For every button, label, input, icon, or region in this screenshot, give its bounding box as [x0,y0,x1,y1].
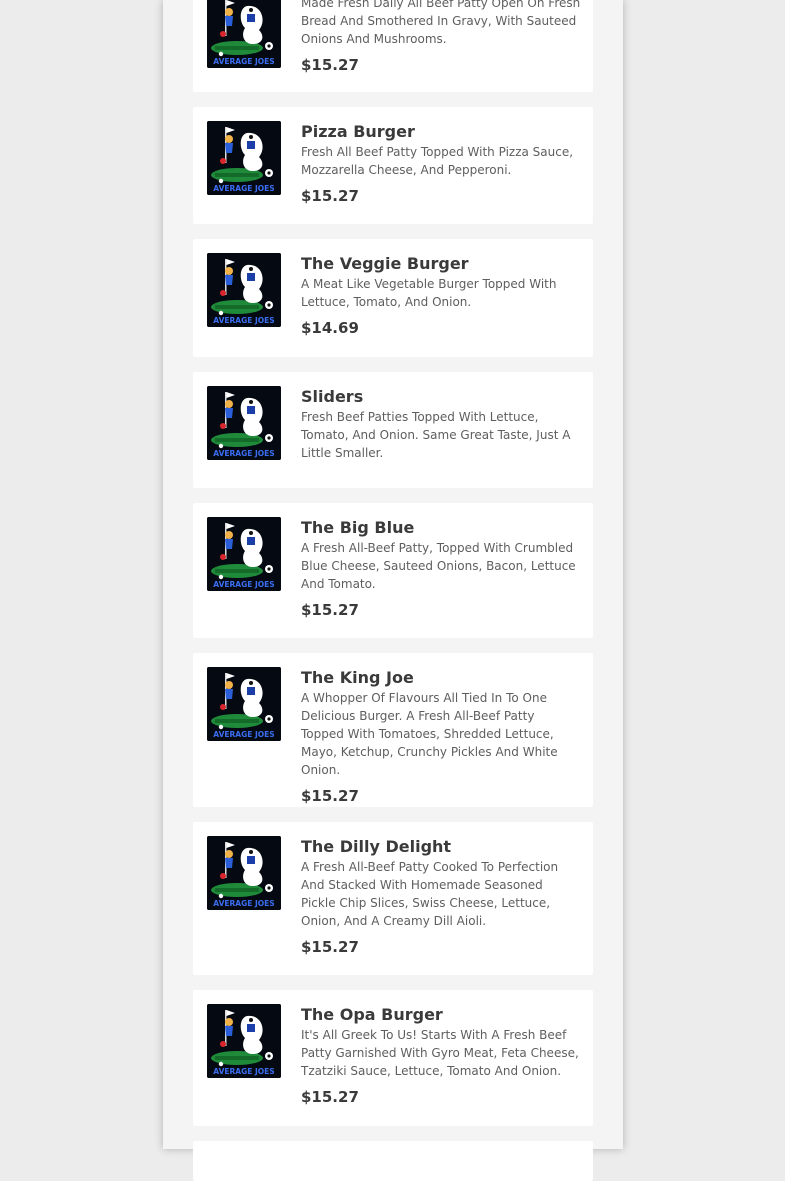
menu-item-image [207,836,281,910]
average-joes-logo-icon [207,1004,281,1078]
menu-item-description: A Whopper Of Flavours All Tied In To One… [301,691,558,777]
menu-panel: Made Fresh Daily All Beef Patty Open On … [163,0,623,1181]
menu-item-description: A Meat Like Vegetable Burger Topped With… [301,277,557,309]
menu-item-info: Made Fresh Daily All Beef Patty Open On … [301,0,581,76]
menu-item-description: Fresh All Beef Patty Topped With Pizza S… [301,145,574,177]
menu-item-card[interactable]: Sliders Fresh Beef Patties Topped With L… [193,372,593,488]
menu-item-image [207,667,281,741]
menu-item-name: The Veggie Burger [301,254,469,273]
average-joes-logo-icon [207,517,281,591]
menu-item-image [207,0,281,68]
menu-item-card[interactable]: Made Fresh Daily All Beef Patty Open On … [193,0,593,92]
menu-item-image [207,121,281,195]
menu-item-description: Fresh Beef Patties Topped With Lettuce, … [301,410,571,460]
menu-item-card[interactable]: The Dilly Delight A Fresh All-Beef Patty… [193,822,593,975]
average-joes-logo-icon [207,253,281,327]
menu-item-info: Pizza Burger Fresh All Beef Patty Topped… [301,121,581,207]
menu-item-description: It's All Greek To Us! Starts With A Fres… [301,1028,579,1078]
menu-item-name: The Opa Burger [301,1005,443,1024]
menu-item-description: A Fresh All-Beef Patty, Topped With Crum… [301,541,576,591]
menu-item-price: $15.27 [301,187,359,205]
menu-item-price: $15.27 [301,56,359,74]
menu-item-info: The Dilly Delight A Fresh All-Beef Patty… [301,836,581,958]
menu-item-card[interactable]: The Opa Burger It's All Greek To Us! Sta… [193,990,593,1126]
menu-item-info: The Veggie Burger A Meat Like Vegetable … [301,253,581,339]
menu-item-info: Sliders Fresh Beef Patties Topped With L… [301,386,581,462]
menu-item-price: $15.27 [301,938,359,956]
average-joes-logo-icon [207,386,281,460]
average-joes-logo-icon [207,0,281,68]
menu-item-name: The Big Blue [301,518,415,537]
menu-item-price: $15.27 [301,787,359,805]
menu-item-price: $15.27 [301,1088,359,1106]
menu-item-card[interactable]: The Big Blue A Fresh All-Beef Patty, Top… [193,503,593,638]
menu-item-image [207,386,281,460]
average-joes-logo-icon [207,836,281,910]
menu-item-price: $14.69 [301,319,359,337]
menu-item-card[interactable] [193,1141,593,1181]
average-joes-logo-icon [207,121,281,195]
menu-item-card[interactable]: Pizza Burger Fresh All Beef Patty Topped… [193,107,593,224]
menu-item-name: Sliders [301,387,364,406]
menu-item-image [207,253,281,327]
menu-item-name: Pizza Burger [301,122,415,141]
menu-item-info: The Big Blue A Fresh All-Beef Patty, Top… [301,517,581,621]
menu-item-info: The King Joe A Whopper Of Flavours All T… [301,667,581,807]
menu-item-card[interactable]: The King Joe A Whopper Of Flavours All T… [193,653,593,807]
menu-item-description: Made Fresh Daily All Beef Patty Open On … [301,0,581,46]
menu-item-image [207,1004,281,1078]
average-joes-logo-icon [207,667,281,741]
menu-item-price: $15.27 [301,601,359,619]
menu-item-image [207,517,281,591]
menu-item-name: The Dilly Delight [301,837,452,856]
menu-item-info: The Opa Burger It's All Greek To Us! Sta… [301,1004,581,1108]
menu-item-description: A Fresh All-Beef Patty Cooked To Perfect… [301,860,559,928]
menu-item-card[interactable]: The Veggie Burger A Meat Like Vegetable … [193,239,593,357]
menu-item-name: The King Joe [301,668,414,687]
